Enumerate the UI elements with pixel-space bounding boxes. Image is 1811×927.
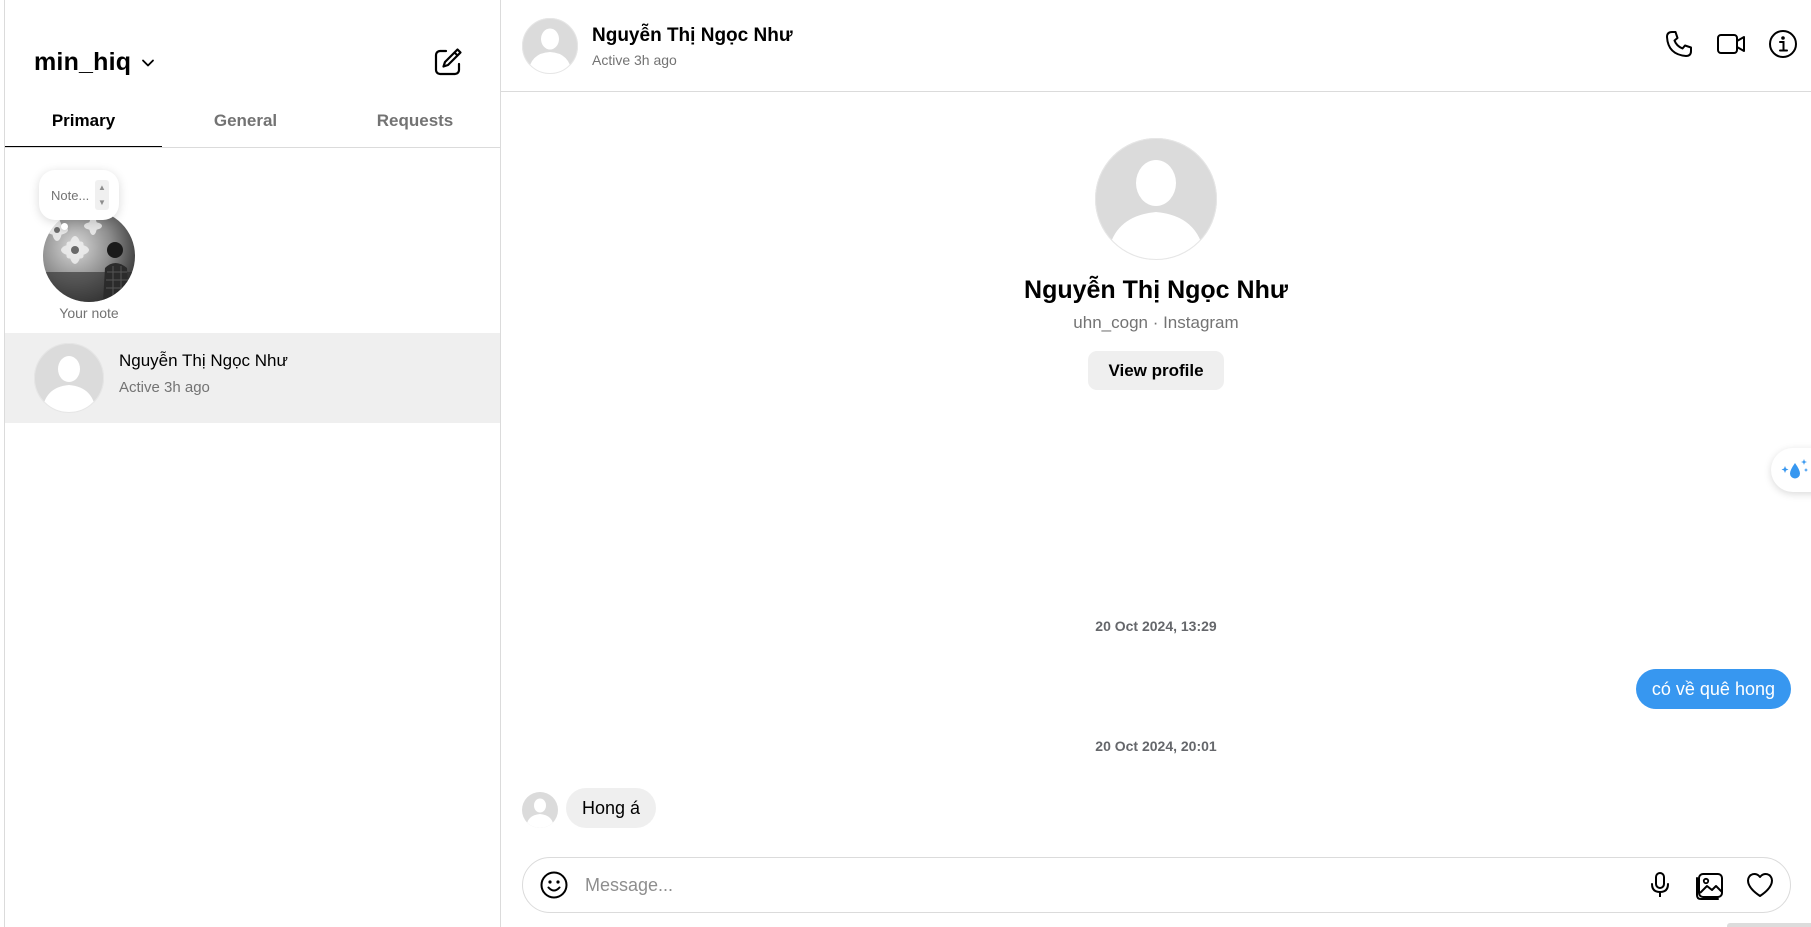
note-stepper[interactable]: ▲ ▼	[95, 180, 109, 210]
info-icon[interactable]	[1767, 28, 1799, 60]
stepper-up-icon: ▲	[98, 183, 106, 192]
incoming-message[interactable]: Hong á	[566, 788, 657, 828]
account-name: min_hiq	[34, 48, 132, 76]
tab-general[interactable]: General	[162, 104, 329, 147]
message-timestamp: 20 Oct 2024, 13:29	[1095, 618, 1217, 634]
chat-panel: Nguyễn Thị Ngọc Như Active 3h ago Nguyễn…	[501, 0, 1811, 927]
instagram-dm-app: min_hiq Primary General Requests Note...…	[0, 0, 1811, 927]
tab-primary[interactable]: Primary	[5, 104, 162, 147]
heart-icon[interactable]	[1744, 869, 1776, 901]
sender-avatar[interactable]	[522, 792, 558, 828]
your-note-caption: Your note	[59, 305, 119, 321]
profile-name: Nguyễn Thị Ngọc Như	[1024, 276, 1288, 304]
header-avatar[interactable]	[522, 18, 578, 74]
note-bubble-tail	[61, 223, 68, 230]
chat-header: Nguyễn Thị Ngọc Như Active 3h ago	[501, 0, 1811, 92]
message-composer	[522, 857, 1791, 913]
sparkle-drop-icon	[1781, 459, 1808, 479]
notes-area: Note... ▲ ▼ Your note	[5, 150, 501, 332]
thread-name: Nguyễn Thị Ngọc Như	[119, 351, 288, 370]
phone-icon[interactable]	[1663, 28, 1695, 60]
thread-avatar	[34, 343, 104, 413]
my-avatar-photo	[43, 210, 135, 302]
ai-sparkle-button[interactable]	[1771, 448, 1811, 492]
message-input[interactable]	[583, 864, 1644, 906]
inbox-tabs: Primary General Requests	[5, 104, 501, 148]
stepper-down-icon: ▼	[98, 198, 106, 207]
note-input-bubble[interactable]: Note... ▲ ▼	[39, 170, 119, 220]
header-contact-name[interactable]: Nguyễn Thị Ngọc Như	[592, 25, 793, 47]
outgoing-message[interactable]: có về quê hong	[1635, 669, 1791, 709]
scrollbar-hint[interactable]	[1727, 923, 1811, 927]
my-avatar[interactable]	[43, 210, 135, 302]
chevron-down-icon	[142, 59, 155, 66]
thread-list-item[interactable]: Nguyễn Thị Ngọc Như Active 3h ago	[5, 333, 500, 423]
profile-avatar	[1095, 138, 1217, 260]
image-icon[interactable]	[1694, 869, 1726, 901]
contact-profile-card: Nguyễn Thị Ngọc Như uhn_cogn · Instagram…	[501, 138, 1811, 390]
header-actions	[1663, 28, 1799, 60]
message-timestamp: 20 Oct 2024, 20:01	[1095, 738, 1217, 754]
conversation-sidebar: min_hiq Primary General Requests Note...…	[5, 0, 501, 927]
composer-actions	[1644, 869, 1776, 901]
account-switcher[interactable]: min_hiq	[34, 48, 155, 77]
emoji-icon[interactable]	[539, 870, 569, 900]
view-profile-button[interactable]: View profile	[1088, 351, 1224, 390]
microphone-icon[interactable]	[1644, 869, 1676, 901]
new-message-icon[interactable]	[432, 46, 464, 78]
header-contact-status: Active 3h ago	[592, 52, 677, 68]
tab-requests[interactable]: Requests	[329, 104, 501, 147]
profile-username: uhn_cogn · Instagram	[1073, 313, 1239, 332]
note-placeholder: Note...	[51, 187, 90, 203]
video-call-icon[interactable]	[1715, 28, 1747, 60]
thread-status: Active 3h ago	[119, 379, 210, 396]
